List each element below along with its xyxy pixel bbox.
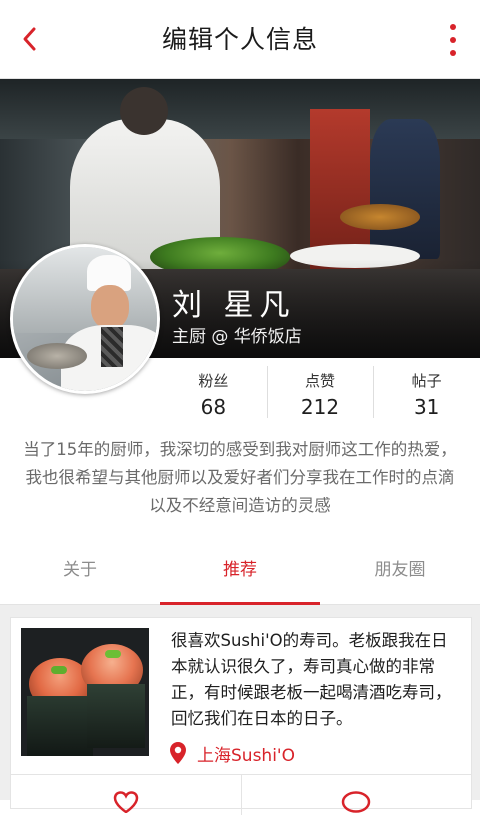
more-dot <box>450 50 456 56</box>
location-label: 上海Sushi'O <box>197 745 295 766</box>
top-app-bar: 编辑个人信息 <box>0 0 480 79</box>
profile-role: 主厨 @ 华侨饭店 <box>172 327 302 347</box>
avatar-kitchen-bg <box>13 247 157 334</box>
post-card[interactable]: 很喜欢Sushi'O的寿司。老板跟我在日本就认识很久了，寿司真心做的非常正，有时… <box>10 617 472 815</box>
heart-icon <box>113 791 139 813</box>
profile-name: 刘 星凡 <box>172 288 296 323</box>
avatar[interactable] <box>10 244 160 394</box>
stat-value: 31 <box>413 395 440 419</box>
profile-tabs: 关于 推荐 朋友圈 <box>0 540 480 605</box>
avatar-photo <box>13 247 157 391</box>
stat-value: 68 <box>200 395 227 419</box>
stat-followers[interactable]: 粉丝 68 <box>160 358 267 424</box>
sushi-nori-left <box>27 696 93 756</box>
map-pin-icon <box>170 742 186 764</box>
tab-recommended[interactable]: 推荐 <box>160 540 320 605</box>
stat-value: 212 <box>300 395 340 419</box>
stat-likes[interactable]: 点赞 212 <box>266 358 374 424</box>
like-button[interactable] <box>11 775 241 815</box>
stat-label: 帖子 <box>411 372 442 390</box>
stat-label: 点赞 <box>305 372 336 390</box>
tab-moments[interactable]: 朋友圈 <box>320 540 480 604</box>
avatar-plate <box>27 343 87 369</box>
sushi-nori-right <box>87 684 145 748</box>
more-dot <box>450 37 456 43</box>
more-options-button[interactable] <box>444 24 462 56</box>
post-actions <box>11 774 471 815</box>
profile-stats: 粉丝 68 点赞 212 帖子 31 <box>160 358 480 424</box>
avatar-scarf <box>101 327 123 367</box>
comment-icon <box>342 791 371 813</box>
cover-cook <box>370 119 440 259</box>
post-location[interactable]: 上海Sushi'O <box>169 738 295 768</box>
garnish-right <box>105 650 121 658</box>
more-vertical-icon <box>450 24 456 30</box>
cover-dish <box>340 204 420 230</box>
profile-bio: 当了15年的厨师，我深切的感受到我对厨师这工作的热爱，我也很希望与其他厨师以及爱… <box>23 440 457 515</box>
tab-about[interactable]: 关于 <box>0 540 160 604</box>
comment-button[interactable] <box>240 775 472 815</box>
stat-label: 粉丝 <box>198 372 229 390</box>
page-title: 编辑个人信息 <box>161 25 318 54</box>
post-image[interactable] <box>21 628 149 756</box>
cover-chef-head <box>120 87 168 135</box>
stat-posts[interactable]: 帖子 31 <box>373 358 480 424</box>
post-text: 很喜欢Sushi'O的寿司。老板跟我在日本就认识很久了，寿司真心做的非常正，有时… <box>171 631 452 728</box>
garnish-left <box>51 666 67 674</box>
avatar-chef-face <box>91 285 129 329</box>
